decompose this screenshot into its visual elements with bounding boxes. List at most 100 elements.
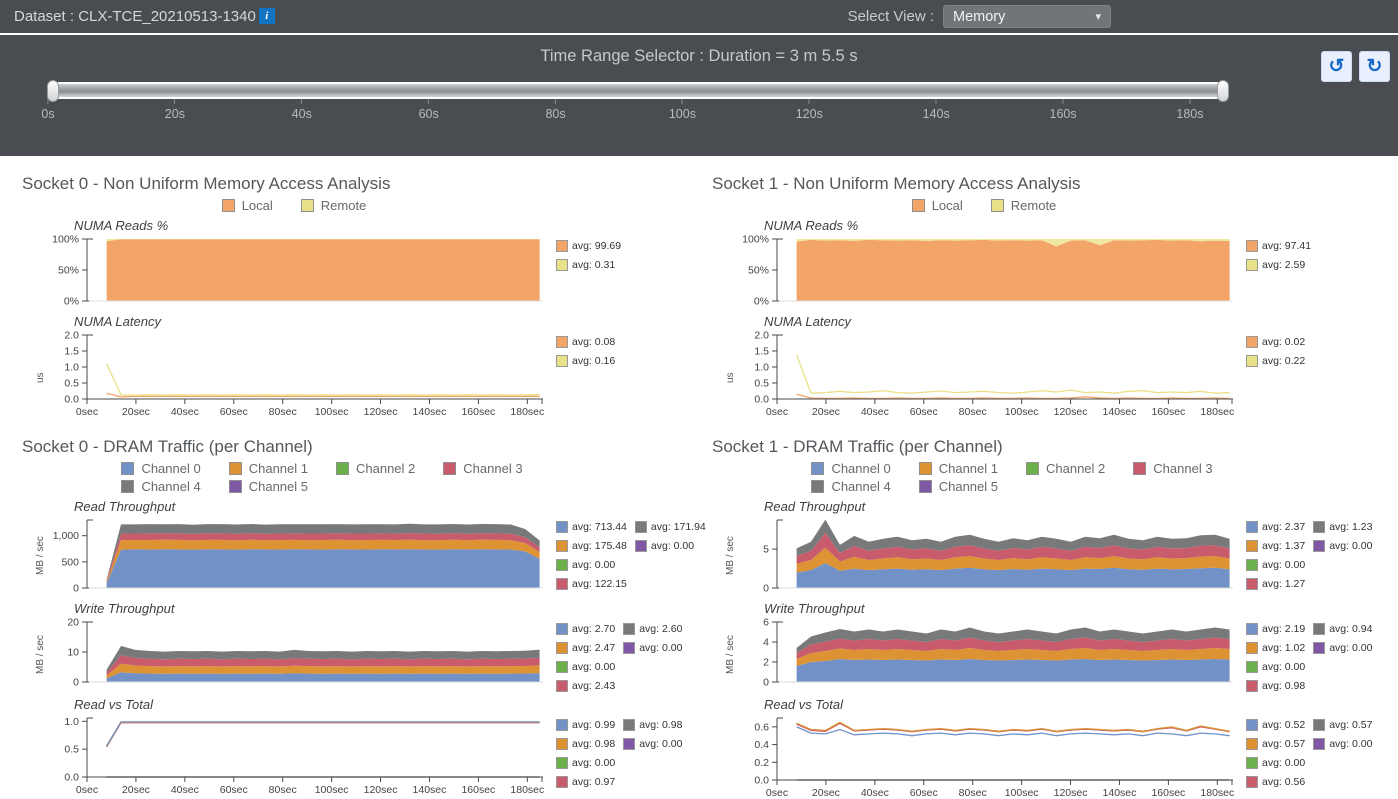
- legend-item-channel-0[interactable]: Channel 0: [121, 461, 200, 476]
- legend-item-local[interactable]: Local: [912, 198, 963, 213]
- tick-label: 0s: [41, 107, 54, 121]
- avg-text: avg: 0.00: [1329, 540, 1372, 552]
- chart-plot-numa-reads[interactable]: 0%50%100%: [47, 234, 544, 309]
- legend-label: Channel 3: [463, 461, 522, 476]
- slider-tick-160s: 160s: [1049, 99, 1076, 121]
- svg-text:0.5: 0.5: [754, 378, 769, 390]
- avg-swatch: [1246, 642, 1258, 654]
- legend-label: Local: [932, 198, 963, 213]
- legend-item-local[interactable]: Local: [222, 198, 273, 213]
- avg-text: avg: 1.27: [1262, 578, 1305, 590]
- avg-value-channel-0: avg: 2.19: [1246, 623, 1305, 635]
- legend-item-channel-0[interactable]: Channel 0: [811, 461, 890, 476]
- legend-item-remote[interactable]: Remote: [301, 198, 367, 213]
- legend-item-channel-5[interactable]: Channel 5: [919, 479, 998, 494]
- y-axis-unit: us: [34, 330, 47, 425]
- svg-text:0sec: 0sec: [76, 784, 98, 796]
- series-legend: Local Remote: [712, 198, 1312, 213]
- legend-item-channel-1[interactable]: Channel 1: [229, 461, 308, 476]
- legend-item-channel-5[interactable]: Channel 5: [229, 479, 308, 494]
- info-icon[interactable]: i: [259, 8, 275, 24]
- svg-text:1.5: 1.5: [64, 346, 79, 358]
- view-select[interactable]: Memory ▾: [943, 5, 1111, 28]
- chart-plot-numa-reads[interactable]: 0%50%100%: [737, 234, 1234, 309]
- legend-item-channel-2[interactable]: Channel 2: [1026, 461, 1105, 476]
- avg-value-channel-4: avg: 0.98: [623, 719, 682, 731]
- avg-text: avg: 0.08: [572, 336, 615, 348]
- tick-label: 100s: [669, 107, 696, 121]
- avg-swatch: [556, 642, 568, 654]
- chart-plot-read-throughput[interactable]: 05001,000: [47, 515, 544, 596]
- legend-label: Remote: [1011, 198, 1057, 213]
- tick-label: 120s: [796, 107, 823, 121]
- svg-text:100sec: 100sec: [315, 406, 349, 418]
- avg-value-channel-1: avg: 0.98: [556, 738, 615, 750]
- avg-value-channel-2: avg: 0.00: [1246, 757, 1305, 769]
- avg-swatch: [556, 540, 568, 552]
- legend-label: Channel 4: [141, 479, 200, 494]
- chart-plot-numa-latency[interactable]: 0.00.51.01.52.00sec20sec40sec60sec80sec1…: [737, 330, 1234, 425]
- legend-item-channel-3[interactable]: Channel 3: [443, 461, 522, 476]
- chart-plot-read-vs-total[interactable]: 0.00.20.40.60sec20sec40sec60sec80sec100s…: [737, 713, 1234, 799]
- avg-value-channel-0: avg: 713.44: [556, 521, 627, 533]
- chart-plot-read-throughput[interactable]: 05: [737, 515, 1234, 596]
- avg-swatch: [1246, 578, 1258, 590]
- legend-item-remote[interactable]: Remote: [991, 198, 1057, 213]
- chart-plot-numa-latency[interactable]: 0.00.51.01.52.00sec20sec40sec60sec80sec1…: [47, 330, 544, 425]
- avg-text: avg: 0.99: [572, 719, 615, 731]
- svg-text:0.0: 0.0: [64, 394, 79, 406]
- svg-text:6: 6: [763, 617, 769, 629]
- avg-swatch: [1246, 540, 1258, 552]
- svg-text:0.0: 0.0: [754, 394, 769, 406]
- dataset-text: Dataset : CLX-TCE_20210513-1340: [14, 8, 256, 25]
- avg-text: avg: 0.98: [639, 719, 682, 731]
- avg-value-channel-0: avg: 2.70: [556, 623, 615, 635]
- chart-plot-write-throughput[interactable]: 0246: [737, 617, 1234, 690]
- svg-text:160sec: 160sec: [461, 784, 495, 796]
- svg-text:20sec: 20sec: [122, 784, 150, 796]
- chart-numa-latency: NUMA Latencyus0.00.51.01.52.00sec20sec40…: [724, 314, 1398, 425]
- legend-label: Channel 2: [356, 461, 415, 476]
- svg-text:120sec: 120sec: [364, 784, 398, 796]
- reset-zoom-button[interactable]: ↻: [1359, 51, 1390, 82]
- legend-item-channel-2[interactable]: Channel 2: [336, 461, 415, 476]
- app-root: Dataset : CLX-TCE_20210513-1340 i Select…: [0, 0, 1398, 799]
- avg-swatch: [556, 776, 568, 788]
- avg-value-channel-2: avg: 0.00: [556, 559, 627, 571]
- avg-text: avg: 0.31: [572, 259, 615, 271]
- legend-item-channel-4[interactable]: Channel 4: [121, 479, 200, 494]
- avg-value-channel-4: avg: 0.94: [1313, 623, 1372, 635]
- slider-tick-100s: 100s: [669, 99, 696, 121]
- y-axis-unit: us: [724, 330, 737, 425]
- avg-legend: avg: 2.70avg: 2.47avg: 0.00avg: 2.43avg:…: [556, 623, 682, 692]
- avg-text: avg: 122.15: [572, 578, 627, 590]
- avg-text: avg: 0.00: [572, 661, 615, 673]
- undo-zoom-button[interactable]: ↺: [1321, 51, 1352, 82]
- svg-text:20sec: 20sec: [812, 406, 840, 418]
- avg-swatch: [1246, 719, 1258, 731]
- legend-swatch: [912, 199, 925, 212]
- legend-grid: Local Remote: [912, 198, 1113, 213]
- svg-text:2.0: 2.0: [754, 330, 769, 342]
- avg-swatch: [1246, 240, 1258, 252]
- legend-item-channel-1[interactable]: Channel 1: [919, 461, 998, 476]
- svg-text:5: 5: [763, 544, 769, 556]
- avg-swatch: [556, 661, 568, 673]
- legend-item-channel-4[interactable]: Channel 4: [811, 479, 890, 494]
- avg-value-channel-2: avg: 0.00: [556, 661, 615, 673]
- avg-swatch: [1246, 355, 1258, 367]
- svg-text:0: 0: [73, 677, 79, 689]
- avg-text: avg: 2.47: [572, 642, 615, 654]
- chart-subtitle: NUMA Reads %: [764, 218, 1398, 233]
- time-range-slider[interactable]: [48, 82, 1228, 99]
- avg-text: avg: 0.00: [1329, 738, 1372, 750]
- avg-text: avg: 2.43: [572, 680, 615, 692]
- legend-item-channel-3[interactable]: Channel 3: [1133, 461, 1212, 476]
- chart-plot-write-throughput[interactable]: 01020: [47, 617, 544, 690]
- y-axis-unit: MB / sec: [34, 617, 47, 692]
- avg-text: avg: 0.00: [639, 738, 682, 750]
- legend-label: Channel 5: [939, 479, 998, 494]
- panel-socket0-dram: Socket 0 - DRAM Traffic (per Channel) Ch…: [0, 429, 690, 799]
- chart-plot-read-vs-total[interactable]: 0.00.51.00sec20sec40sec60sec80sec100sec1…: [47, 713, 544, 799]
- chart-numa-reads: NUMA Reads %0%50%100%avg: 99.69avg: 0.31: [34, 218, 690, 309]
